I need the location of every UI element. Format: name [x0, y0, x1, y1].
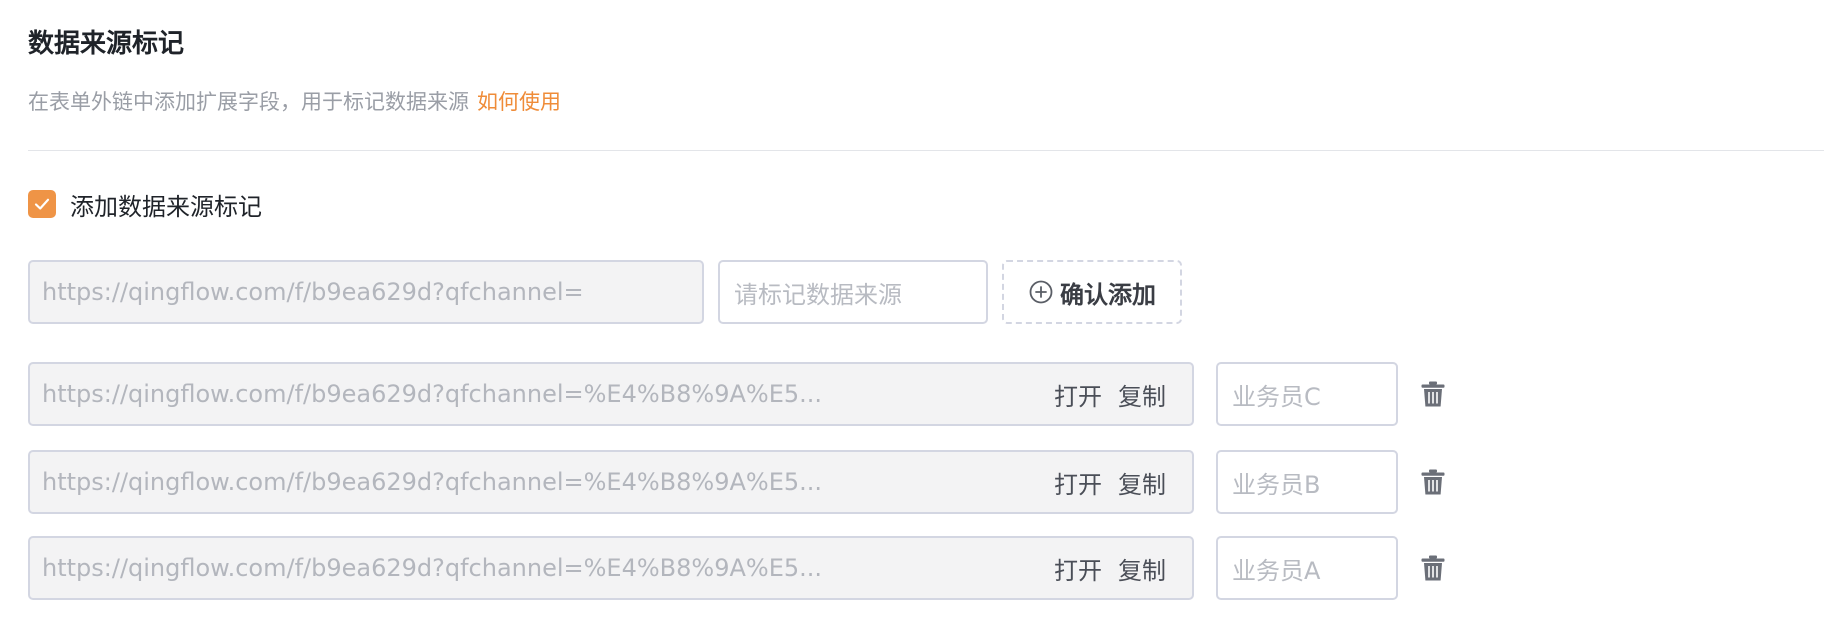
- source-placeholder: 请标记数据来源: [734, 280, 902, 309]
- link-actions: 打开 复制: [1038, 452, 1166, 512]
- base-url-field: https://qingflow.com/f/b9ea629d?qfchanne…: [28, 260, 704, 324]
- link-actions: 打开 复制: [1038, 364, 1166, 424]
- source-name-text: 业务员A: [1232, 556, 1321, 585]
- link-url: https://qingflow.com/f/b9ea629d?qfchanne…: [42, 554, 823, 582]
- check-icon: [34, 198, 50, 210]
- copy-button[interactable]: 复制: [1118, 377, 1166, 412]
- delete-button[interactable]: [1418, 553, 1448, 583]
- add-source-toggle[interactable]: 添加数据来源标记: [28, 188, 262, 221]
- source-name-input[interactable]: 业务员A: [1216, 536, 1398, 600]
- link-field: https://qingflow.com/f/b9ea629d?qfchanne…: [28, 450, 1194, 514]
- open-button[interactable]: 打开: [1054, 377, 1102, 412]
- trash-icon: [1421, 555, 1445, 581]
- link-url: https://qingflow.com/f/b9ea629d?qfchanne…: [42, 380, 823, 408]
- copy-button[interactable]: 复制: [1118, 465, 1166, 500]
- source-input[interactable]: 请标记数据来源: [718, 260, 988, 324]
- divider: [28, 150, 1824, 151]
- confirm-add-button[interactable]: 确认添加: [1002, 260, 1182, 324]
- section-title: 数据来源标记: [28, 29, 185, 59]
- open-button[interactable]: 打开: [1054, 465, 1102, 500]
- source-name-input[interactable]: 业务员C: [1216, 362, 1398, 426]
- plus-circle-icon: [1029, 280, 1053, 304]
- source-name-input[interactable]: 业务员B: [1216, 450, 1398, 514]
- source-name-text: 业务员B: [1232, 470, 1321, 499]
- source-name-text: 业务员C: [1232, 382, 1321, 411]
- section-description: 在表单外链中添加扩展字段，用于标记数据来源 如何使用: [28, 84, 561, 120]
- description-text: 在表单外链中添加扩展字段，用于标记数据来源: [28, 90, 469, 114]
- data-source-settings: 数据来源标记 在表单外链中添加扩展字段，用于标记数据来源 如何使用 添加数据来源标…: [0, 0, 1838, 624]
- checkbox-label: 添加数据来源标记: [70, 192, 262, 221]
- how-to-use-link[interactable]: 如何使用: [477, 90, 561, 114]
- checkbox[interactable]: [28, 190, 56, 218]
- base-url-text: https://qingflow.com/f/b9ea629d?qfchanne…: [42, 278, 584, 306]
- trash-icon: [1421, 381, 1445, 407]
- delete-button[interactable]: [1418, 467, 1448, 497]
- link-url: https://qingflow.com/f/b9ea629d?qfchanne…: [42, 468, 823, 496]
- link-field: https://qingflow.com/f/b9ea629d?qfchanne…: [28, 536, 1194, 600]
- link-actions: 打开 复制: [1038, 538, 1166, 598]
- open-button[interactable]: 打开: [1054, 551, 1102, 586]
- delete-button[interactable]: [1418, 379, 1448, 409]
- trash-icon: [1421, 469, 1445, 495]
- link-field: https://qingflow.com/f/b9ea629d?qfchanne…: [28, 362, 1194, 426]
- copy-button[interactable]: 复制: [1118, 551, 1166, 586]
- confirm-add-label: 确认添加: [1060, 280, 1156, 309]
